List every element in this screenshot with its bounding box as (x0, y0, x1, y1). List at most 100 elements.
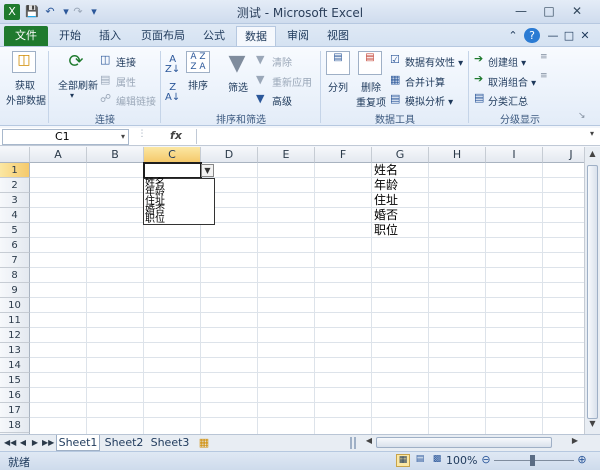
dropdown-option[interactable]: 职位 (144, 215, 214, 225)
row-header[interactable]: 7 (0, 253, 30, 268)
zoom-slider-thumb[interactable] (530, 455, 535, 466)
row-header[interactable]: 2 (0, 178, 30, 193)
column-header-e[interactable]: E (258, 147, 315, 163)
row-header[interactable]: 17 (0, 403, 30, 418)
validation-dropdown-arrow-icon[interactable]: ▼ (201, 164, 214, 177)
row-header[interactable]: 15 (0, 373, 30, 388)
select-all-corner[interactable] (0, 147, 30, 163)
column-header-h[interactable]: H (429, 147, 486, 163)
normal-view-icon[interactable]: ▦ (396, 454, 410, 467)
scroll-down-icon[interactable]: ▼ (587, 419, 598, 432)
row-header[interactable]: 8 (0, 268, 30, 283)
cell-g2[interactable]: 年龄 (372, 178, 398, 193)
maximize-button[interactable]: □ (536, 2, 562, 20)
last-sheet-icon[interactable]: ▶▶ (42, 437, 54, 449)
connections-button[interactable]: 连接 (116, 54, 136, 69)
edit-links-button[interactable]: 编辑链接 (116, 93, 156, 108)
tab-view[interactable]: 视图 (320, 26, 356, 46)
tab-file[interactable]: 文件 (4, 26, 48, 46)
consolidate-button[interactable]: 合并计算 (405, 74, 445, 89)
insert-sheet-icon[interactable]: ▦ (196, 435, 212, 451)
column-header-a[interactable]: A (30, 147, 87, 163)
row-header[interactable]: 3 (0, 193, 30, 208)
text-to-columns-button[interactable]: 分列 (328, 79, 348, 94)
tab-formulas[interactable]: 公式 (196, 26, 232, 46)
name-box-dropdown-icon[interactable]: ▾ (121, 130, 125, 144)
first-sheet-icon[interactable]: ◀◀ (4, 437, 16, 449)
expand-formula-icon[interactable]: ▾ (586, 129, 598, 144)
data-validation-button[interactable]: 数据有效性 ▾ (405, 54, 463, 69)
column-header-c[interactable]: C (144, 147, 201, 163)
get-external-data-button[interactable]: 获取 外部数据 (6, 77, 46, 107)
row-header[interactable]: 14 (0, 358, 30, 373)
help-icon[interactable]: ? (524, 28, 540, 43)
close-button[interactable]: ✕ (564, 2, 590, 20)
row-header[interactable]: 13 (0, 343, 30, 358)
column-header-b[interactable]: B (87, 147, 144, 163)
doc-close-icon[interactable]: ✕ (578, 26, 592, 46)
tab-split-handle[interactable] (350, 437, 356, 449)
formula-input[interactable] (196, 129, 584, 144)
subtotal-button[interactable]: 分类汇总 (488, 93, 528, 108)
zoom-out-icon[interactable]: ⊖ (480, 453, 492, 467)
outline-settings-icon[interactable]: ↘ (578, 111, 586, 121)
active-cell-c1[interactable] (143, 162, 202, 179)
row-header[interactable]: 16 (0, 388, 30, 403)
what-if-button[interactable]: 模拟分析 ▾ (405, 93, 453, 108)
sort-desc-icon[interactable]: Z A↓ (165, 83, 180, 103)
zoom-in-icon[interactable]: ⊕ (576, 453, 588, 467)
sort-asc-icon[interactable]: A Z↓ (165, 55, 180, 75)
cell-g4[interactable]: 婚否 (372, 208, 398, 223)
column-header-i[interactable]: I (486, 147, 543, 163)
tab-page-layout[interactable]: 页面布局 (134, 26, 192, 46)
vertical-scrollbar[interactable]: ▲ ▼ (584, 147, 600, 434)
prev-sheet-icon[interactable]: ◀ (18, 437, 28, 449)
sheet-tab-sheet3[interactable]: Sheet3 (148, 435, 192, 451)
minimize-button[interactable]: — (508, 2, 534, 20)
tab-review[interactable]: 审阅 (280, 26, 316, 46)
doc-minimize-icon[interactable]: — (546, 26, 560, 46)
group-button[interactable]: 创建组 ▾ (488, 54, 526, 69)
next-sheet-icon[interactable]: ▶ (30, 437, 40, 449)
page-layout-view-icon[interactable]: ▤ (413, 454, 427, 467)
remove-duplicates-button[interactable]: 删除 重复项 (354, 79, 388, 109)
hide-detail-icon[interactable]: ≡ (540, 71, 548, 81)
horizontal-scroll-thumb[interactable] (376, 437, 552, 448)
vertical-scroll-thumb[interactable] (587, 165, 598, 419)
refresh-all-button[interactable]: 全部刷新 (58, 77, 98, 92)
tab-home[interactable]: 开始 (52, 26, 88, 46)
worksheet-grid[interactable]: A B C D E F G H I J 1 2 3 4 5 6 7 8 9 10… (0, 147, 584, 434)
reapply-button[interactable]: 重新应用 (272, 74, 312, 89)
filter-button[interactable]: 筛选 (228, 79, 248, 94)
cell-g5[interactable]: 职位 (372, 223, 398, 238)
horizontal-scrollbar[interactable]: ◀ ▶ (362, 436, 584, 449)
column-header-f[interactable]: F (315, 147, 372, 163)
row-header[interactable]: 5 (0, 223, 30, 238)
clear-button[interactable]: 清除 (272, 54, 292, 69)
row-header[interactable]: 6 (0, 238, 30, 253)
row-header[interactable]: 9 (0, 283, 30, 298)
column-header-g[interactable]: G (372, 147, 429, 163)
sort-button[interactable]: 排序 (188, 77, 208, 92)
column-header-j[interactable]: J (543, 147, 584, 163)
cell-g1[interactable]: 姓名 (372, 163, 398, 178)
row-header[interactable]: 11 (0, 313, 30, 328)
sheet-tab-sheet1[interactable]: Sheet1 (56, 435, 100, 451)
page-break-view-icon[interactable]: ▩ (430, 454, 444, 467)
advanced-button[interactable]: 高级 (272, 93, 292, 108)
tab-insert[interactable]: 插入 (92, 26, 128, 46)
scroll-right-icon[interactable]: ▶ (570, 436, 580, 449)
row-header[interactable]: 18 (0, 418, 30, 433)
scroll-up-icon[interactable]: ▲ (587, 149, 598, 162)
doc-restore-icon[interactable]: □ (562, 26, 576, 46)
properties-button[interactable]: 属性 (116, 74, 136, 89)
row-header[interactable]: 12 (0, 328, 30, 343)
insert-function-icon[interactable]: fx (156, 129, 196, 144)
name-box[interactable]: C1 ▾ (2, 129, 129, 145)
scroll-left-icon[interactable]: ◀ (364, 436, 374, 449)
zoom-level[interactable]: 100% (446, 454, 477, 467)
refresh-dropdown-icon[interactable]: ▾ (70, 91, 74, 100)
minimize-ribbon-icon[interactable]: ⌃ (506, 26, 520, 46)
row-header[interactable]: 1 (0, 163, 30, 178)
validation-dropdown-list[interactable]: 姓名 年龄 住址 婚否 职位 (143, 178, 215, 225)
